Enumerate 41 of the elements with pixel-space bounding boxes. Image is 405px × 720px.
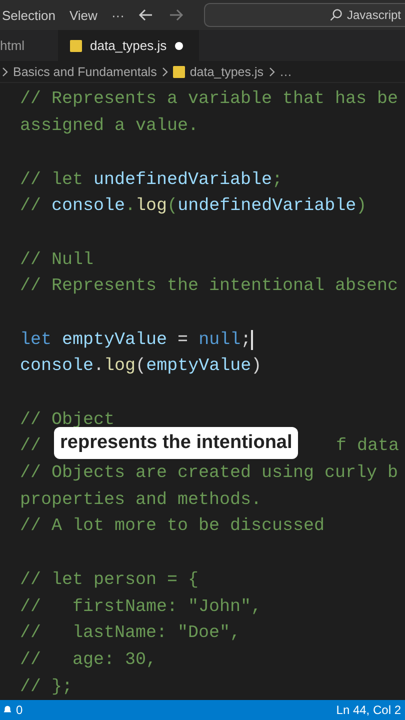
forward-arrow-icon[interactable] <box>168 7 184 24</box>
menu-item[interactable]: View <box>69 8 98 23</box>
code-line: // Null <box>20 250 94 270</box>
code-line: assigned a value. <box>20 116 199 136</box>
code-line: // console.log(undefinedVariable) <box>20 196 367 216</box>
code-line: // Represents a variable that has be <box>20 89 398 110</box>
bell-icon <box>2 704 13 716</box>
caption-text: represents the intentional <box>54 427 298 460</box>
code-line: f data <box>336 436 400 456</box>
code-line: // }; <box>20 676 73 697</box>
code-line: // lastName: "Doe", <box>20 623 241 644</box>
code-line: properties and methods. <box>20 490 262 510</box>
editor-tab[interactable]: html <box>0 30 58 62</box>
code-line: let emptyValue = null; <box>20 330 252 350</box>
code-line: // let undefinedVariable; <box>20 170 283 190</box>
search-icon <box>328 8 343 22</box>
breadcrumb-item[interactable]: Basics and Fundamentals <box>13 64 157 79</box>
js-file-icon <box>172 66 185 78</box>
breadcrumb-item[interactable]: data_types.js <box>190 64 264 79</box>
code-line: // let person = { <box>20 570 199 590</box>
code-line: // Represents the intentional absenc <box>20 276 398 296</box>
menu-item[interactable]: Selection <box>2 8 56 23</box>
js-file-icon <box>70 40 82 52</box>
code-line: // Object <box>20 410 115 430</box>
breadcrumb-item[interactable]: … <box>280 64 292 79</box>
chevron-icon <box>268 66 275 77</box>
editor-tab[interactable]: data_types.js <box>58 30 199 62</box>
code-line: // Objects are created using curly b <box>20 463 398 484</box>
chevron-icon <box>162 66 168 77</box>
cursor-position[interactable]: Ln 44, Col 2 <box>336 702 401 717</box>
chevron-icon <box>2 66 8 77</box>
code-line: // age: 30, <box>20 650 157 670</box>
code-line: // firstName: "John", <box>20 596 262 617</box>
notification-count[interactable]: 0 <box>2 702 23 717</box>
code-line: // A lot more to be discussed <box>20 516 325 536</box>
code-line: // <box>20 436 42 456</box>
search-field[interactable]: Javascript <box>204 3 405 28</box>
back-arrow-icon[interactable] <box>138 7 154 24</box>
menu-item[interactable]: ··· <box>111 8 124 23</box>
code-line: console.log(emptyValue) <box>20 356 262 376</box>
unsaved-dot-icon <box>174 42 183 50</box>
